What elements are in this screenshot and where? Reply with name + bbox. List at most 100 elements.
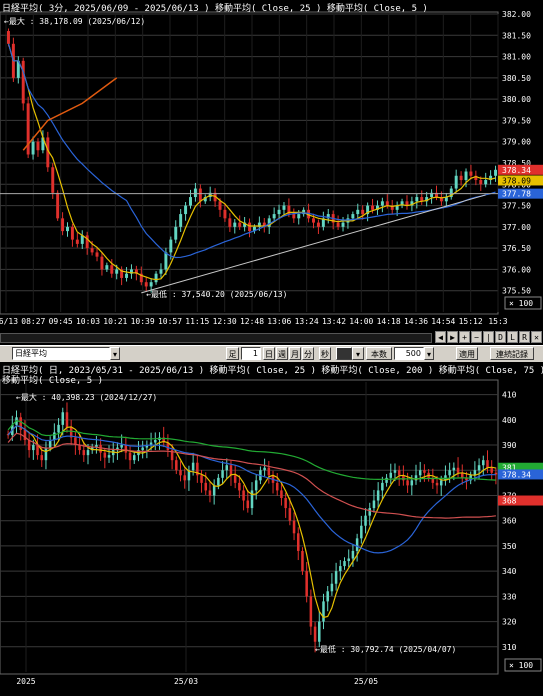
candle bbox=[305, 571, 308, 597]
x-tick-label: 2025 bbox=[16, 677, 35, 686]
intraday-chart[interactable]: 375.50376.00376.50377.00377.50378.00378.… bbox=[0, 0, 543, 330]
ma200-line bbox=[7, 420, 496, 481]
candle bbox=[326, 591, 329, 602]
nav-button[interactable]: ◀ bbox=[435, 331, 446, 343]
week-button[interactable]: 週 bbox=[276, 347, 288, 360]
candle bbox=[110, 265, 114, 274]
candle bbox=[316, 222, 320, 227]
intraday-chart-panel[interactable]: 375.50376.00376.50377.00377.50378.00378.… bbox=[0, 0, 543, 330]
candle bbox=[169, 239, 173, 253]
candle bbox=[204, 482, 208, 491]
candle bbox=[464, 171, 468, 181]
candle bbox=[297, 214, 301, 219]
candle bbox=[301, 550, 304, 572]
candle bbox=[189, 197, 192, 206]
candle bbox=[385, 201, 389, 206]
nav-button[interactable]: ✕ bbox=[531, 331, 542, 343]
candle bbox=[242, 490, 245, 501]
candle bbox=[128, 452, 132, 461]
candle bbox=[141, 447, 144, 451]
daily-chart-title-line2: 移動平均( Close, 5 ) bbox=[2, 376, 104, 386]
y-tick-label: 400 bbox=[502, 416, 517, 425]
bars-dropdown-button[interactable]: ▾ bbox=[424, 347, 434, 360]
candle bbox=[229, 465, 233, 476]
second-button[interactable]: 秒 bbox=[319, 347, 331, 360]
month-button[interactable]: 月 bbox=[289, 347, 301, 360]
symbol-input[interactable]: 日経平均 bbox=[12, 347, 110, 360]
y-tick-label: 340 bbox=[502, 567, 517, 576]
max-annotation: ←最大 : 40,398.23 (2024/12/27) bbox=[16, 392, 157, 402]
candle bbox=[280, 490, 283, 498]
candle bbox=[228, 218, 232, 227]
x-tick-label: 25/03 bbox=[174, 677, 198, 686]
y-tick-label: 379.00 bbox=[502, 138, 531, 147]
nav-button[interactable]: D bbox=[495, 331, 506, 343]
candle bbox=[361, 209, 365, 215]
candle bbox=[322, 601, 325, 622]
trendline bbox=[141, 194, 486, 294]
color-swatch[interactable] bbox=[336, 347, 352, 360]
x-tick-label: 13:24 bbox=[295, 317, 319, 326]
nav-button[interactable]: | bbox=[483, 331, 494, 343]
y-tick-label: 390 bbox=[502, 441, 517, 450]
horizontal-scrollbar[interactable] bbox=[0, 333, 432, 343]
candle bbox=[330, 583, 334, 592]
candle bbox=[479, 180, 483, 185]
nav-button[interactable]: R bbox=[519, 331, 530, 343]
x-tick-label: 10:21 bbox=[103, 317, 127, 326]
price-tag-label: 378.34 bbox=[502, 166, 531, 175]
symbol-dropdown-button[interactable]: ▾ bbox=[110, 347, 120, 360]
minute-button[interactable]: 分 bbox=[302, 347, 314, 360]
nav-button[interactable]: − bbox=[471, 331, 482, 343]
daily-chart-panel[interactable]: 310320330340350360370380390400410202525/… bbox=[0, 362, 543, 692]
candle bbox=[494, 169, 498, 176]
candle bbox=[65, 412, 69, 428]
candle bbox=[132, 455, 136, 461]
candle bbox=[193, 188, 197, 198]
apply-button[interactable]: 適用 bbox=[456, 347, 478, 360]
min-annotation: ←最低 : 30,792.74 (2025/04/07) bbox=[315, 644, 456, 654]
candle bbox=[385, 477, 388, 483]
count-input[interactable]: 1 bbox=[241, 347, 261, 360]
candle bbox=[309, 596, 313, 627]
candle bbox=[125, 273, 129, 278]
candle bbox=[371, 205, 375, 210]
plot-frame bbox=[0, 379, 499, 675]
x-tick-label: 13:42 bbox=[322, 317, 346, 326]
x-tick-label: 13:06 bbox=[267, 317, 291, 326]
candle bbox=[221, 470, 224, 478]
candle bbox=[482, 460, 485, 466]
candle bbox=[40, 455, 44, 461]
price-tag-label: 378.09 bbox=[502, 176, 531, 185]
ashi-button[interactable]: 足 bbox=[226, 347, 239, 360]
nav-button[interactable]: + bbox=[459, 331, 470, 343]
continuous-record-button[interactable]: 連続記録 bbox=[490, 347, 534, 360]
candle bbox=[86, 450, 90, 456]
nav-button[interactable]: ▶ bbox=[447, 331, 458, 343]
candle bbox=[159, 269, 163, 274]
y-tick-label: 381.00 bbox=[502, 53, 531, 62]
candle bbox=[356, 209, 360, 215]
x-tick-label: 11:15 bbox=[185, 317, 209, 326]
x-tick-label: 12:48 bbox=[240, 317, 264, 326]
candle bbox=[248, 222, 252, 232]
day-button[interactable]: 日 bbox=[263, 347, 275, 360]
candle bbox=[212, 485, 216, 496]
candle bbox=[198, 188, 202, 202]
bars-button[interactable]: 本数 bbox=[366, 347, 392, 360]
bars-input[interactable]: 500 bbox=[394, 347, 424, 360]
y-tick-label: 330 bbox=[502, 592, 517, 601]
candle bbox=[393, 470, 397, 473]
candle bbox=[448, 470, 451, 476]
candle bbox=[44, 447, 48, 461]
candle bbox=[82, 450, 86, 456]
candle bbox=[341, 222, 345, 227]
candle bbox=[183, 475, 186, 481]
candle bbox=[70, 226, 74, 240]
daily-chart[interactable]: 310320330340350360370380390400410202525/… bbox=[0, 362, 543, 692]
candle bbox=[223, 209, 227, 219]
candle bbox=[336, 222, 340, 227]
color-dropdown-button[interactable]: ▾ bbox=[352, 347, 364, 360]
nav-button[interactable]: L bbox=[507, 331, 518, 343]
y-tick-label: 310 bbox=[502, 643, 517, 652]
